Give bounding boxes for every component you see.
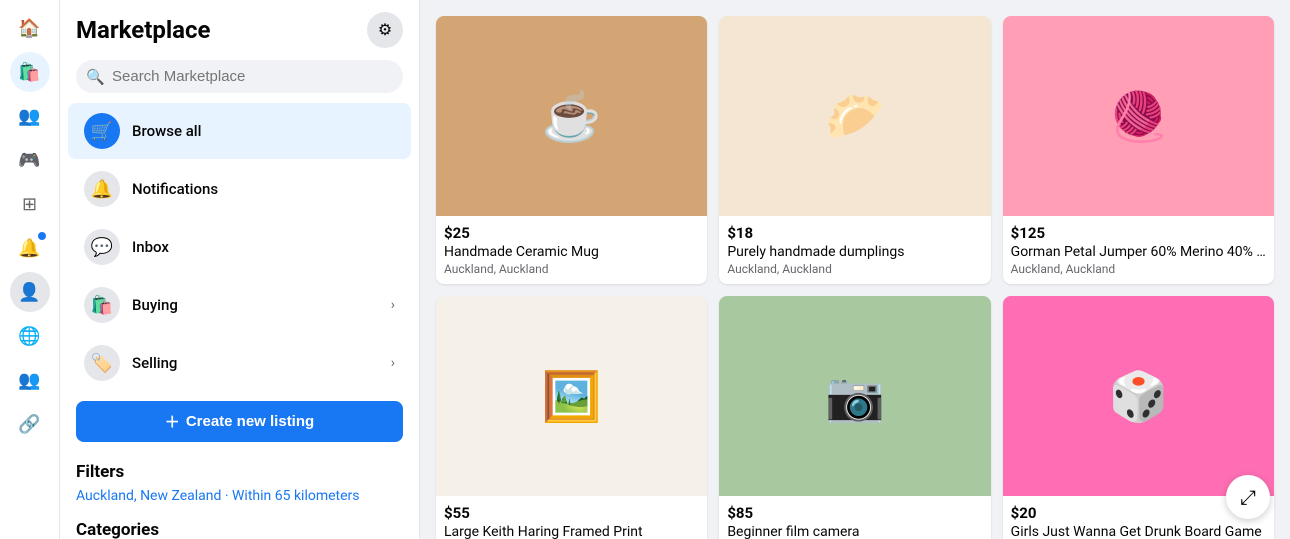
item-info-p5: $85 Beginner film camera Auckland, Auckl… xyxy=(719,496,990,539)
main-content: ☕ $25 Handmade Ceramic Mug Auckland, Auc… xyxy=(420,0,1290,539)
sidebar-header: Marketplace ⚙ xyxy=(60,12,419,56)
apps-rail-icon[interactable]: ⊞ xyxy=(10,184,50,224)
friends-rail-icon[interactable]: 👥 xyxy=(10,96,50,136)
nav-item-selling[interactable]: 🏷️ Selling › xyxy=(68,335,411,391)
search-icon: 🔍 xyxy=(86,68,105,86)
item-card-p3[interactable]: 🧶 $125 Gorman Petal Jumper 60% Merino 40… xyxy=(1003,16,1274,284)
chevron-icon: › xyxy=(391,355,395,371)
buying-label: Buying xyxy=(132,296,379,314)
inbox-icon: 💬 xyxy=(84,229,120,265)
categories-section: Categories 🚗 Vehicles xyxy=(60,508,419,539)
filters-section: Filters Auckland, New Zealand · Within 6… xyxy=(60,450,419,508)
create-listing-label: Create new listing xyxy=(186,413,314,430)
nav-item-buying[interactable]: 🛍️ Buying › xyxy=(68,277,411,333)
item-info-p1: $25 Handmade Ceramic Mug Auckland, Auckl… xyxy=(436,216,707,284)
item-card-p5[interactable]: 📷 $85 Beginner film camera Auckland, Auc… xyxy=(719,296,990,539)
avatar-icon[interactable]: 👤 xyxy=(10,272,50,312)
item-location-p3: Auckland, Auckland xyxy=(1011,262,1266,276)
nav-item-browse-all[interactable]: 🛒 Browse all xyxy=(68,103,411,159)
nav-item-inbox[interactable]: 💬 Inbox xyxy=(68,219,411,275)
item-info-p3: $125 Gorman Petal Jumper 60% Merino 40% … xyxy=(1003,216,1274,284)
notifications-label: Notifications xyxy=(132,180,395,198)
notifications-rail-icon[interactable]: 🔔 xyxy=(10,228,50,268)
globe-icon[interactable]: 🌐 xyxy=(10,316,50,356)
item-image-p6: 🎲 xyxy=(1003,296,1274,496)
selling-icon: 🏷️ xyxy=(84,345,120,381)
expand-icon[interactable]: ⤢ xyxy=(1226,475,1270,519)
item-card-p2[interactable]: 🥟 $18 Purely handmade dumplings Auckland… xyxy=(719,16,990,284)
plus-icon: ＋ xyxy=(165,411,180,432)
notifications-icon: 🔔 xyxy=(84,171,120,207)
filter-location[interactable]: Auckland, New Zealand · Within 65 kilome… xyxy=(76,488,403,504)
people-icon[interactable]: 👥 xyxy=(10,360,50,400)
categories-title: Categories xyxy=(76,520,403,539)
item-name-p3: Gorman Petal Jumper 60% Merino 40% Alpac… xyxy=(1011,244,1266,260)
item-name-p6: Girls Just Wanna Get Drunk Board Game xyxy=(1011,524,1266,539)
item-name-p1: Handmade Ceramic Mug xyxy=(444,244,699,260)
item-location-p1: Auckland, Auckland xyxy=(444,262,699,276)
items-grid: ☕ $25 Handmade Ceramic Mug Auckland, Auc… xyxy=(436,16,1274,539)
nav-item-notifications[interactable]: 🔔 Notifications xyxy=(68,161,411,217)
item-price-p4: $55 xyxy=(444,504,699,522)
item-price-p3: $125 xyxy=(1011,224,1266,242)
page-title: Marketplace xyxy=(76,16,210,44)
item-image-p2: 🥟 xyxy=(719,16,990,216)
search-container: 🔍 xyxy=(76,60,403,93)
item-location-p2: Auckland, Auckland xyxy=(727,262,982,276)
notification-badge xyxy=(36,230,48,242)
gear-button[interactable]: ⚙ xyxy=(367,12,403,48)
filters-title: Filters xyxy=(76,462,403,482)
item-card-p1[interactable]: ☕ $25 Handmade Ceramic Mug Auckland, Auc… xyxy=(436,16,707,284)
left-rail: 🏠 🛍️ 👥 🎮 ⊞ 🔔 👤 🌐 👥 🔗 xyxy=(0,0,60,539)
item-image-p4: 🖼️ xyxy=(436,296,707,496)
item-price-p5: $85 xyxy=(727,504,982,522)
home-icon[interactable]: 🏠 xyxy=(10,8,50,48)
nav-items: 🛒 Browse all 🔔 Notifications 💬 Inbox 🛍️ … xyxy=(60,101,419,393)
gaming-rail-icon[interactable]: 🎮 xyxy=(10,140,50,180)
item-price-p1: $25 xyxy=(444,224,699,242)
chevron-icon: › xyxy=(391,297,395,313)
item-image-p1: ☕ xyxy=(436,16,707,216)
item-name-p5: Beginner film camera xyxy=(727,524,982,539)
browse-all-label: Browse all xyxy=(132,122,395,140)
item-image-p5: 📷 xyxy=(719,296,990,496)
item-name-p4: Large Keith Haring Framed Print xyxy=(444,524,699,539)
buying-icon: 🛍️ xyxy=(84,287,120,323)
create-listing-button[interactable]: ＋ Create new listing xyxy=(76,401,403,442)
search-input[interactable] xyxy=(76,60,403,93)
marketplace-rail-icon[interactable]: 🛍️ xyxy=(10,52,50,92)
browse-all-icon: 🛒 xyxy=(84,113,120,149)
item-price-p2: $18 xyxy=(727,224,982,242)
gear-icon: ⚙ xyxy=(378,20,392,40)
item-image-p3: 🧶 xyxy=(1003,16,1274,216)
selling-label: Selling xyxy=(132,354,379,372)
inbox-label: Inbox xyxy=(132,238,395,256)
sidebar: Marketplace ⚙ 🔍 🛒 Browse all 🔔 Notificat… xyxy=(60,0,420,539)
item-name-p2: Purely handmade dumplings xyxy=(727,244,982,260)
item-card-p4[interactable]: 🖼️ $55 Large Keith Haring Framed Print A… xyxy=(436,296,707,539)
item-info-p4: $55 Large Keith Haring Framed Print Auck… xyxy=(436,496,707,539)
item-info-p2: $18 Purely handmade dumplings Auckland, … xyxy=(719,216,990,284)
link-icon[interactable]: 🔗 xyxy=(10,404,50,444)
